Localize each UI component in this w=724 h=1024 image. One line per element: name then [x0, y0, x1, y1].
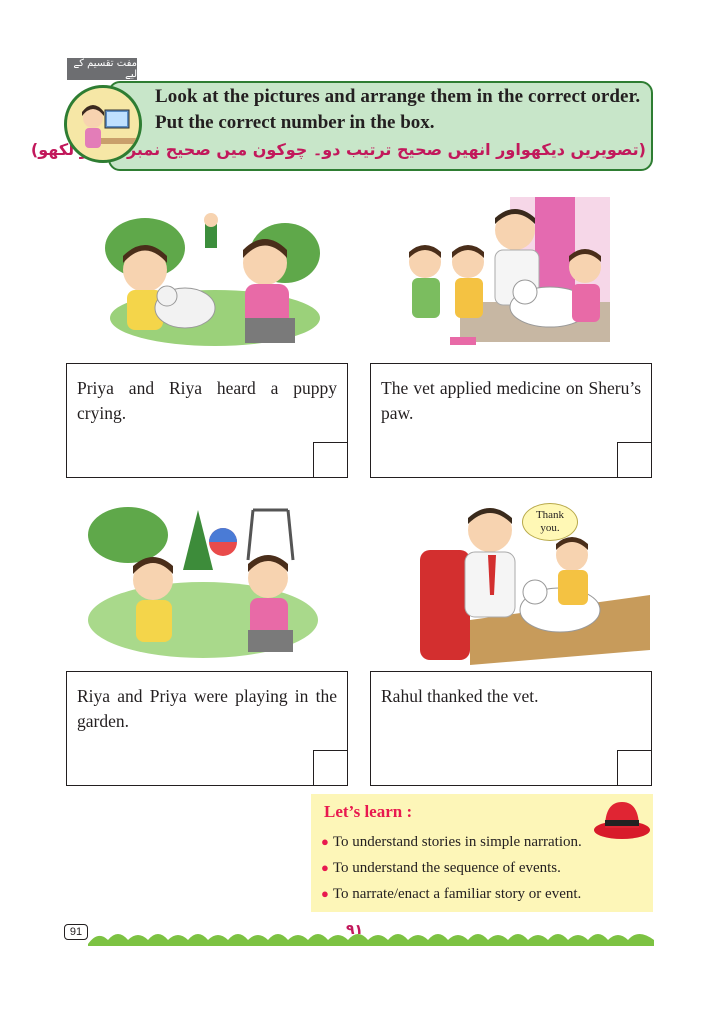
red-hat-icon: [594, 802, 650, 839]
urdu-page-number: ۹۱: [346, 922, 364, 938]
instruction-line-1: Look at the pictures and arrange them in…: [155, 86, 641, 107]
lets-learn-box: Let’s learn : ● To understand stories in …: [311, 794, 653, 912]
picture-vet-applies-medicine: [400, 192, 615, 357]
lets-learn-item: ● To understand the sequence of events.: [321, 860, 561, 876]
story-card-2: The vet applied medicine on Sheru’s paw.: [370, 363, 652, 478]
lets-learn-item: ● To narrate/enact a familiar story or ev…: [321, 886, 582, 902]
lets-learn-list: ● To understand stories in simple narrati…: [321, 829, 582, 907]
picture-girls-playing-garden: [88, 500, 318, 660]
story-card-4: Rahul thanked the vet.: [370, 671, 652, 786]
story-card-2-text: The vet applied medicine on Sheru’s paw.: [381, 378, 641, 423]
story-card-4-text: Rahul thanked the vet.: [381, 686, 539, 706]
thank-you-text: Thank you.: [535, 509, 565, 534]
free-distribution-tag: مفت تقسیم کے لیے: [67, 58, 137, 80]
answer-box-4[interactable]: [617, 750, 652, 786]
story-card-1: Priya and Riya heard a puppy crying.: [66, 363, 348, 478]
reading-child-illustration: [64, 85, 142, 163]
instruction-line-2: Put the correct number in the box.: [155, 112, 435, 133]
grass-border-decoration: [88, 934, 654, 946]
lets-learn-item: ● To understand stories in simple narrati…: [321, 834, 582, 850]
answer-box-3[interactable]: [313, 750, 348, 786]
story-card-3-text: Riya and Priya were playing in the garde…: [77, 686, 337, 731]
answer-box-2[interactable]: [617, 442, 652, 478]
answer-box-1[interactable]: [313, 442, 348, 478]
story-card-1-text: Priya and Riya heard a puppy crying.: [77, 378, 337, 423]
lets-learn-title: Let’s learn :: [324, 802, 413, 821]
picture-girls-find-puppy: [105, 208, 320, 348]
story-card-3: Riya and Priya were playing in the garde…: [66, 671, 348, 786]
page-number: 91: [64, 924, 88, 940]
thank-you-speech-bubble: Thank you.: [522, 503, 578, 541]
